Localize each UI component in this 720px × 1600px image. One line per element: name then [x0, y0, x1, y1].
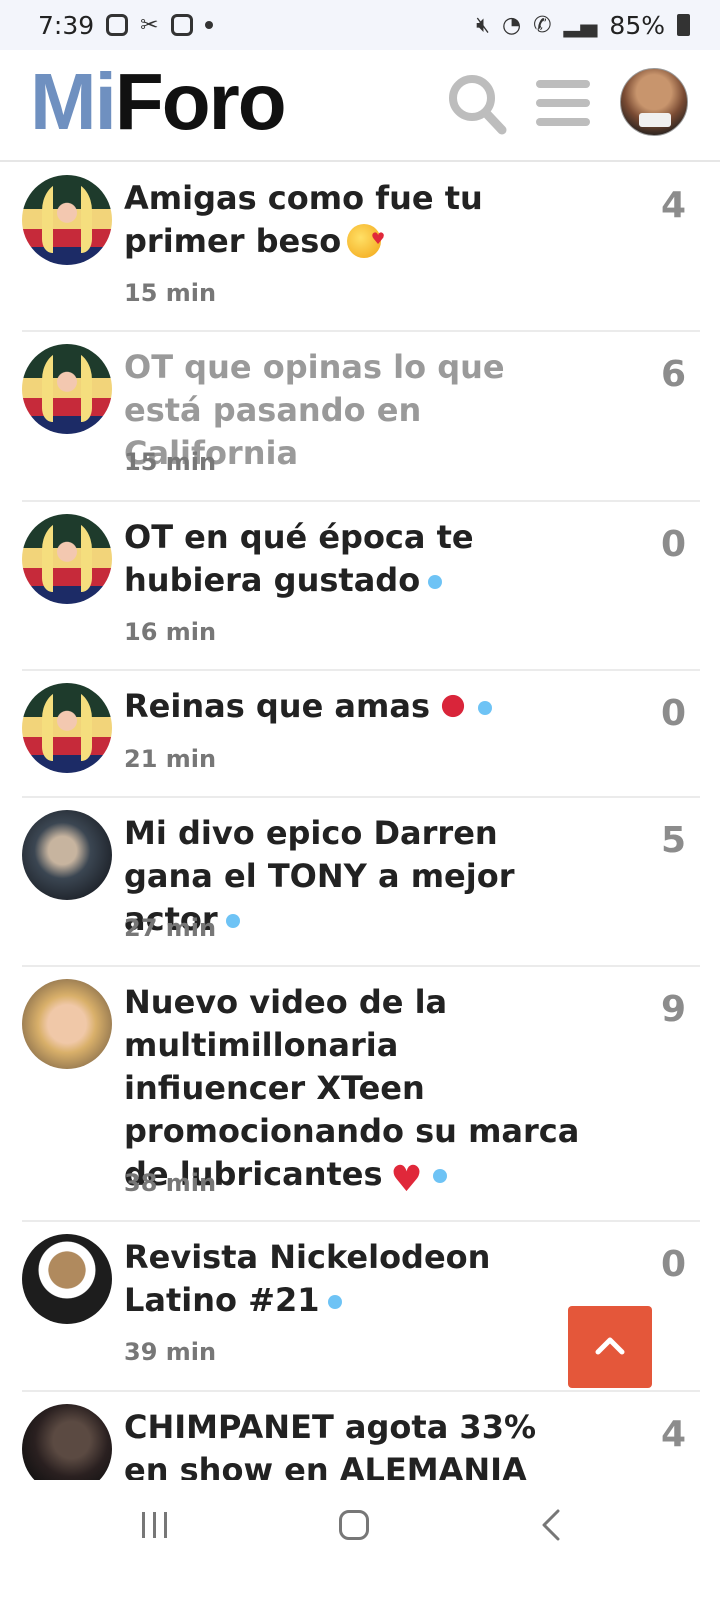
- reply-count: 4: [660, 185, 686, 226]
- instagram-icon: [106, 14, 129, 36]
- author-avatar[interactable]: [22, 810, 112, 900]
- topic-time: 15 min: [124, 279, 217, 307]
- clock: 7:39: [38, 10, 95, 40]
- topic-title[interactable]: Nuevo video de la multimillonaria infiue…: [124, 981, 584, 1198]
- home-button[interactable]: [339, 1510, 369, 1540]
- topic-title[interactable]: Amigas como fue tu primer beso: [124, 177, 584, 263]
- topic-title[interactable]: Reinas que amas: [124, 684, 584, 728]
- user-avatar[interactable]: [620, 68, 688, 136]
- reply-count: 0: [660, 693, 686, 734]
- battery-percent: 85%: [609, 10, 665, 40]
- topic-time: 38 min: [124, 1169, 217, 1197]
- reply-count: 0: [660, 524, 686, 565]
- unread-dot-icon: [477, 701, 492, 715]
- menu-button[interactable]: [536, 80, 590, 126]
- gallery-icon: [170, 14, 193, 36]
- unread-dot-icon: [225, 914, 240, 928]
- reply-count: 0: [660, 1244, 686, 1285]
- topic-row[interactable]: OT en qué época te hubiera gustado 16 mi…: [22, 502, 700, 671]
- reply-count: 4: [660, 1414, 686, 1455]
- mute-icon: 🔇︎: [476, 12, 490, 38]
- author-avatar[interactable]: [22, 1234, 112, 1324]
- topic-time: 15 min: [124, 448, 217, 476]
- topic-row[interactable]: Amigas como fue tu primer beso 15 min 4: [22, 163, 700, 332]
- reply-count: 6: [660, 354, 686, 395]
- topic-time: 39 min: [124, 1338, 217, 1366]
- scroll-to-top-button[interactable]: [568, 1306, 652, 1388]
- call-icon: ✆: [533, 12, 552, 38]
- topic-row[interactable]: Mi divo epico Darren gana el TONY a mejo…: [22, 798, 700, 967]
- topic-row[interactable]: OT que opinas lo que está pasando en Cal…: [22, 332, 700, 502]
- author-avatar[interactable]: [22, 979, 112, 1069]
- unread-dot-icon: [428, 575, 443, 589]
- notification-dot-icon: [204, 21, 213, 29]
- recents-icon: [142, 1512, 145, 1538]
- status-bar: 7:39 ✂ 🔇︎ ◔ ✆ ▂▄ 85%: [0, 0, 720, 50]
- topic-title[interactable]: Revista Nickelodeon Latino #21: [124, 1236, 584, 1322]
- author-avatar[interactable]: [22, 514, 112, 604]
- search-icon: [449, 75, 507, 135]
- topic-title[interactable]: OT en qué época te hubiera gustado: [124, 516, 584, 602]
- unread-dot-icon: [327, 1295, 342, 1309]
- author-avatar[interactable]: [22, 344, 112, 434]
- red-heart-emoji-icon: ♥: [390, 1159, 423, 1200]
- topic-row[interactable]: Reinas que amas 21 min 0: [22, 671, 700, 798]
- topic-time: 16 min: [124, 618, 217, 646]
- unread-dot-icon: [432, 1169, 447, 1183]
- reply-count: 9: [660, 989, 686, 1030]
- chevron-up-icon: [595, 1337, 625, 1355]
- kiss-face-emoji-icon: [347, 217, 385, 260]
- lips-emoji-icon: [431, 684, 475, 728]
- site-logo[interactable]: MiForo: [30, 62, 287, 142]
- signal-icon: ▂▄: [563, 12, 598, 38]
- app-header: MiForo: [0, 50, 720, 162]
- back-button[interactable]: [540, 1508, 562, 1548]
- author-avatar[interactable]: [22, 683, 112, 773]
- menu-icon: [536, 80, 590, 88]
- topic-time: 27 min: [124, 914, 217, 942]
- back-icon: [542, 1509, 560, 1541]
- battery-icon: [677, 14, 690, 36]
- recents-button[interactable]: [142, 1512, 172, 1538]
- topic-time: 21 min: [124, 745, 217, 773]
- system-nav-bar: [0, 1480, 720, 1600]
- topic-row[interactable]: Nuevo video de la multimillonaria infiue…: [22, 967, 700, 1222]
- tools-icon: ✂: [140, 12, 159, 38]
- search-button[interactable]: [446, 72, 508, 138]
- wifi-icon: ◔: [501, 12, 522, 38]
- reply-count: 5: [660, 820, 686, 861]
- author-avatar[interactable]: [22, 175, 112, 265]
